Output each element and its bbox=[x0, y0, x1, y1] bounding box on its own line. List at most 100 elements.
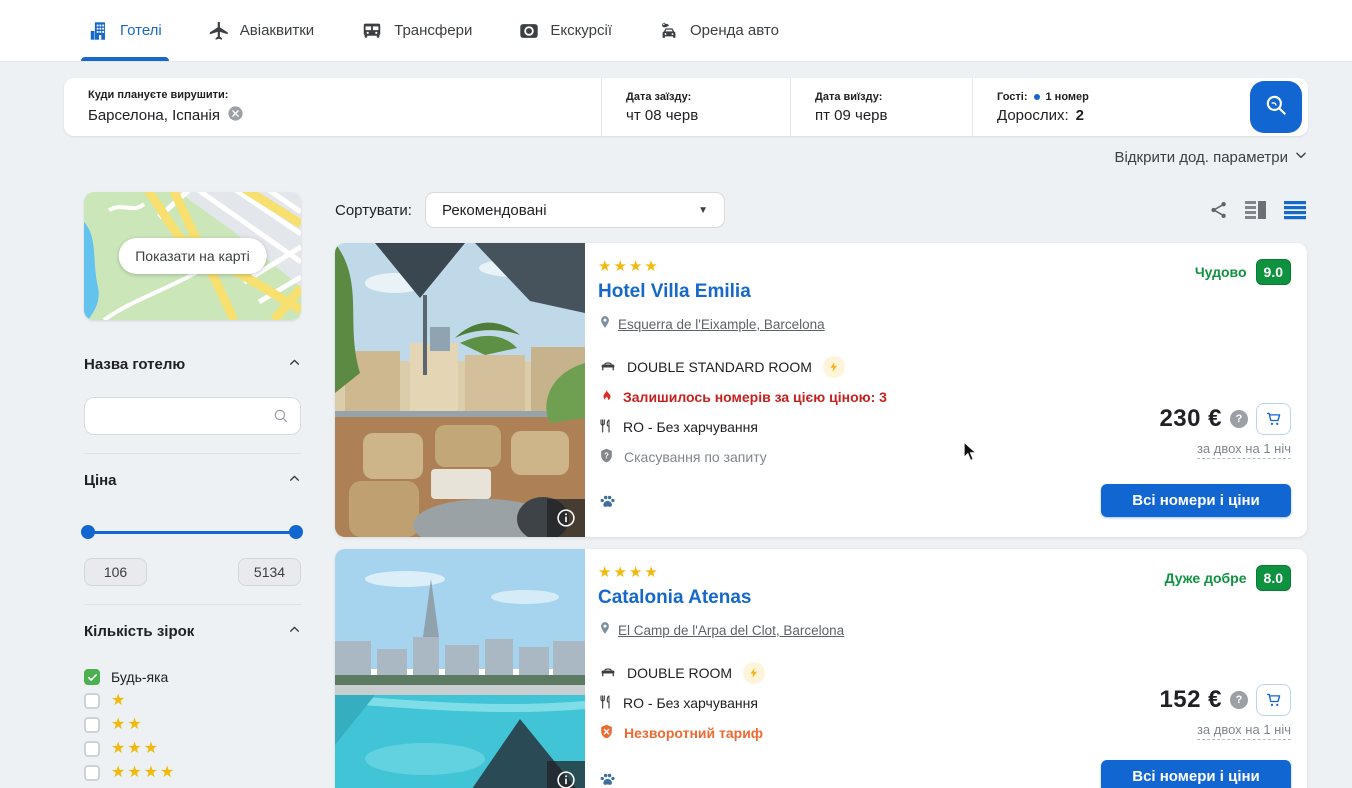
price-filter-title: Ціна bbox=[84, 472, 117, 489]
star-option-label: ★★★★ bbox=[111, 765, 176, 781]
hotel-search-page: Готелі Авіаквитки Трансфери Екскурсії bbox=[0, 0, 1352, 788]
checkin-field[interactable]: Дата заїзду: чт 08 черв bbox=[601, 78, 790, 136]
sort-selected-value: Рекомендовані bbox=[442, 202, 547, 219]
star-option-2[interactable]: ★★ bbox=[84, 713, 301, 737]
instant-confirmation-icon[interactable] bbox=[743, 662, 765, 684]
camera-icon bbox=[518, 20, 540, 42]
fire-icon bbox=[598, 387, 614, 408]
checkout-value: пт 09 черв bbox=[815, 107, 948, 124]
service-tabs: Готелі Авіаквитки Трансфери Екскурсії bbox=[0, 0, 1352, 62]
room-type: DOUBLE STANDARD ROOM bbox=[627, 359, 812, 375]
guests-rooms: 1 номер bbox=[1046, 91, 1089, 103]
map-preview[interactable]: Показати на карті bbox=[84, 192, 301, 320]
meal-icon bbox=[598, 693, 614, 714]
divider bbox=[84, 453, 301, 454]
search-panel: Куди плануєте вирушити: Барселона, Іспан… bbox=[64, 78, 1308, 136]
hotel-location-link[interactable]: El Camp de l'Arpa del Clot, Barcelona bbox=[618, 623, 844, 638]
active-tab-underline bbox=[81, 57, 169, 61]
star-option-4[interactable]: ★★★★ bbox=[84, 761, 301, 785]
checkbox[interactable] bbox=[84, 693, 100, 709]
caret-down-icon: ▼ bbox=[698, 205, 708, 216]
tab-car-rental[interactable]: Оренда авто bbox=[658, 0, 779, 61]
location-pin-icon bbox=[598, 314, 612, 335]
star-option-any[interactable]: Будь-яка bbox=[84, 665, 301, 689]
hotel-location-link[interactable]: Esquerra de l'Eixample, Barcelona bbox=[618, 317, 825, 332]
cart-icon bbox=[1265, 691, 1283, 709]
price-min-input[interactable] bbox=[84, 558, 147, 586]
price-filter-header[interactable]: Ціна bbox=[84, 472, 301, 489]
tab-label: Трансфери bbox=[394, 22, 472, 39]
checkout-field[interactable]: Дата виїзду: пт 09 черв bbox=[790, 78, 972, 136]
hotel-stars: ★★★★ bbox=[598, 243, 1291, 274]
stars-filter-header[interactable]: Кількість зірок bbox=[84, 623, 301, 640]
rating-text: Дуже добре bbox=[1165, 570, 1247, 586]
pets-allowed-icon bbox=[598, 493, 617, 516]
price-slider-handle-max[interactable] bbox=[289, 525, 303, 539]
share-icon[interactable] bbox=[1209, 200, 1229, 220]
hotel-price: 230 € bbox=[1159, 405, 1222, 433]
instant-confirmation-icon[interactable] bbox=[823, 356, 845, 378]
rating-text: Чудово bbox=[1195, 264, 1247, 280]
photo-info-button[interactable] bbox=[547, 499, 585, 537]
hotel-price: 152 € bbox=[1159, 686, 1222, 714]
tab-transfers[interactable]: Трансфери bbox=[360, 0, 472, 61]
guests-field[interactable]: Гості: 1 номер Дорослих: 2 bbox=[972, 78, 1250, 136]
checkin-label: Дата заїзду: bbox=[626, 91, 766, 103]
price-help-icon[interactable]: ? bbox=[1230, 410, 1248, 428]
star-option-label: Будь-яка bbox=[111, 669, 168, 685]
hotel-name-input[interactable] bbox=[84, 397, 301, 435]
hotel-photo[interactable] bbox=[335, 549, 585, 788]
tab-excursions[interactable]: Екскурсії bbox=[518, 0, 612, 61]
checkbox[interactable] bbox=[84, 717, 100, 733]
tab-label: Оренда авто bbox=[690, 22, 779, 39]
bed-icon bbox=[598, 663, 618, 684]
hotel-name-link[interactable]: Hotel Villa Emilia bbox=[598, 281, 1291, 303]
destination-field[interactable]: Куди плануєте вирушити: Барселона, Іспан… bbox=[64, 78, 601, 136]
all-rooms-button[interactable]: Всі номери і ціни bbox=[1101, 760, 1291, 788]
adults-label: Дорослих: bbox=[997, 107, 1069, 124]
checkbox-checked[interactable] bbox=[84, 669, 100, 685]
show-on-map-button[interactable]: Показати на карті bbox=[118, 238, 267, 274]
price-help-icon[interactable]: ? bbox=[1230, 691, 1248, 709]
rating-badge: 9.0 bbox=[1256, 259, 1291, 285]
hotel-photo[interactable] bbox=[335, 243, 585, 537]
hotel-name-filter-header[interactable]: Назва готелю bbox=[84, 356, 301, 373]
grid-map-view-icon[interactable] bbox=[1244, 200, 1268, 220]
pets-allowed-icon bbox=[598, 771, 617, 788]
hotel-photo-image bbox=[335, 243, 585, 537]
star-option-1[interactable]: ★ bbox=[84, 689, 301, 713]
rating-badge: 8.0 bbox=[1256, 565, 1291, 591]
add-to-cart-button[interactable] bbox=[1256, 684, 1291, 716]
list-view-icon[interactable] bbox=[1283, 200, 1307, 220]
price-note[interactable]: за двох на 1 ніч bbox=[1197, 722, 1291, 740]
adults-value: 2 bbox=[1076, 107, 1084, 124]
destination-value: Барселона, Іспанія bbox=[88, 107, 220, 124]
divider bbox=[84, 604, 301, 605]
tab-hotels[interactable]: Готелі bbox=[88, 0, 162, 61]
add-to-cart-button[interactable] bbox=[1256, 403, 1291, 435]
checkbox[interactable] bbox=[84, 741, 100, 757]
more-params-toggle[interactable]: Відкрити дод. параметри bbox=[1114, 148, 1308, 166]
svg-text:?: ? bbox=[604, 451, 609, 460]
shield-question-icon: ? bbox=[598, 447, 615, 468]
plane-icon bbox=[208, 20, 230, 42]
meal-icon bbox=[598, 417, 614, 438]
bed-icon bbox=[598, 357, 618, 378]
star-option-label: ★★★ bbox=[111, 741, 160, 757]
search-button[interactable] bbox=[1250, 81, 1302, 133]
shield-x-icon bbox=[598, 723, 615, 744]
price-max-input[interactable] bbox=[238, 558, 301, 586]
meal-plan: RO - Без харчування bbox=[623, 419, 758, 435]
hotel-card: ★★★★ Hotel Villa Emilia Esquerra de l'Ei… bbox=[335, 243, 1307, 537]
all-rooms-button[interactable]: Всі номери і ціни bbox=[1101, 484, 1291, 517]
price-note[interactable]: за двох на 1 ніч bbox=[1197, 441, 1291, 459]
clear-destination-icon[interactable] bbox=[227, 105, 244, 126]
price-slider-handle-min[interactable] bbox=[81, 525, 95, 539]
hotel-name-filter-title: Назва готелю bbox=[84, 356, 185, 373]
checkbox[interactable] bbox=[84, 765, 100, 781]
photo-info-button[interactable] bbox=[547, 761, 585, 788]
star-option-3[interactable]: ★★★ bbox=[84, 737, 301, 761]
tab-flights[interactable]: Авіаквитки bbox=[208, 0, 314, 61]
chevron-down-icon bbox=[1294, 148, 1308, 166]
sort-select[interactable]: Рекомендовані ▼ bbox=[425, 192, 725, 228]
